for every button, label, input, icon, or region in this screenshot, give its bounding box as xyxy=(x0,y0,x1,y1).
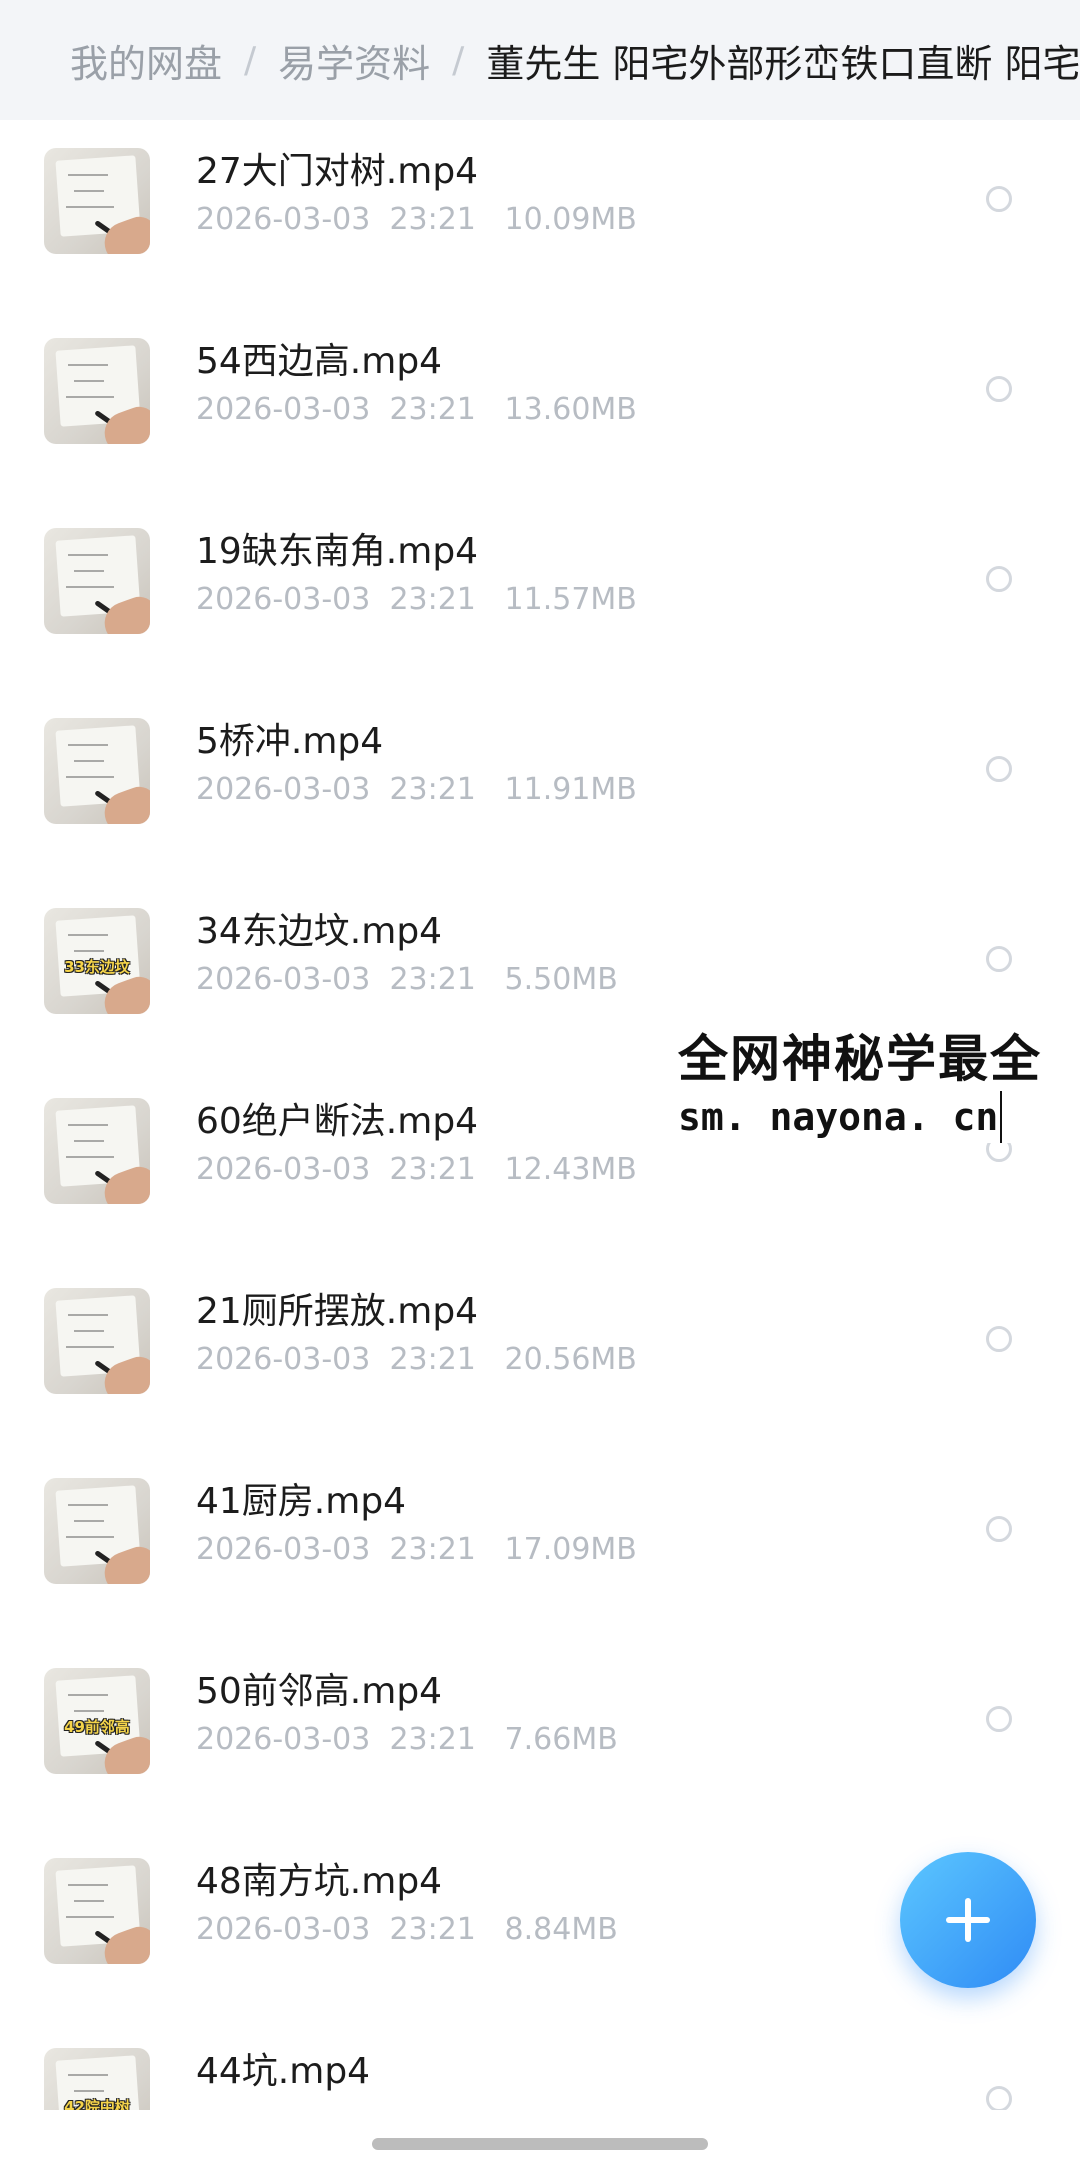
file-date: 2026-03-03 xyxy=(196,1152,371,1187)
file-meta: 2026-03-03 23:21 11.57MB xyxy=(196,582,637,617)
file-size: 7.66MB xyxy=(504,1722,618,1757)
file-date: 2026-03-03 xyxy=(196,962,371,997)
file-row[interactable]: 19缺东南角.mp4 2026-03-03 23:21 11.57MB xyxy=(0,500,1080,690)
file-row[interactable]: 49前邻高 50前邻高.mp4 2026-03-03 23:21 7.66MB xyxy=(0,1640,1080,1830)
file-time: 23:21 xyxy=(389,1342,476,1377)
video-thumbnail: 33东边坟 xyxy=(44,908,150,1014)
file-time: 23:21 xyxy=(389,1722,476,1757)
thumbnail-caption: 49前邻高 xyxy=(64,1718,130,1736)
file-date: 2026-03-03 xyxy=(196,202,371,237)
file-meta: 2026-03-03 23:21 12.43MB xyxy=(196,1152,637,1187)
watermark-line2: sm. nayona. cn xyxy=(678,1091,1003,1143)
breadcrumb-separator: / xyxy=(244,39,257,81)
file-time: 23:21 xyxy=(389,1532,476,1567)
file-meta: 2026-03-03 23:21 7.66MB xyxy=(196,1722,618,1757)
file-size: 10.09MB xyxy=(504,202,637,237)
file-name: 19缺东南角.mp4 xyxy=(196,531,479,572)
file-size: 5.50MB xyxy=(504,962,618,997)
video-thumbnail xyxy=(44,1098,150,1204)
video-thumbnail xyxy=(44,338,150,444)
file-row[interactable]: 27大门对树.mp4 2026-03-03 23:21 10.09MB xyxy=(0,120,1080,310)
file-meta: 2026-03-03 23:21 10.09MB xyxy=(196,202,637,237)
select-radio[interactable] xyxy=(986,2086,1012,2110)
file-size: 20.56MB xyxy=(504,1342,637,1377)
video-thumbnail xyxy=(44,148,150,254)
file-name: 5桥冲.mp4 xyxy=(196,721,384,762)
file-date: 2026-03-03 xyxy=(196,772,371,807)
file-date: 2026-03-03 xyxy=(196,1342,371,1377)
file-time: 23:21 xyxy=(389,202,476,237)
video-thumbnail xyxy=(44,1288,150,1394)
watermark: 全网神秘学最全 sm. nayona. cn xyxy=(678,1025,1046,1143)
add-button[interactable] xyxy=(900,1852,1036,1988)
video-thumbnail xyxy=(44,528,150,634)
select-radio[interactable] xyxy=(986,756,1012,782)
file-row[interactable]: 42院中树 44坑.mp4 xyxy=(0,2020,1080,2110)
file-size: 12.43MB xyxy=(504,1152,637,1187)
file-row[interactable]: 5桥冲.mp4 2026-03-03 23:21 11.91MB xyxy=(0,690,1080,880)
file-date: 2026-03-03 xyxy=(196,392,371,427)
file-time: 23:21 xyxy=(389,772,476,807)
file-name: 41厨房.mp4 xyxy=(196,1481,407,1522)
select-radio[interactable] xyxy=(986,376,1012,402)
breadcrumb-item-folder[interactable]: 易学资料 xyxy=(278,33,430,88)
file-date: 2026-03-03 xyxy=(196,1912,371,1947)
home-indicator[interactable] xyxy=(372,2138,708,2150)
file-name: 60绝户断法.mp4 xyxy=(196,1101,479,1142)
file-time: 23:21 xyxy=(389,962,476,997)
breadcrumb-item-current: 董先生 阳宅外部形峦铁口直断 阳宅五 xyxy=(486,41,1080,86)
file-row[interactable]: 21厕所摆放.mp4 2026-03-03 23:21 20.56MB xyxy=(0,1260,1080,1450)
thumbnail-caption: 33东边坟 xyxy=(64,958,130,976)
file-meta: 2026-03-03 23:21 5.50MB xyxy=(196,962,618,997)
video-thumbnail xyxy=(44,1478,150,1584)
breadcrumb: 我的网盘 / 易学资料 / 董先生 阳宅外部形峦铁口直断 阳宅五 xyxy=(0,0,1080,120)
file-size: 8.84MB xyxy=(504,1912,618,1947)
file-size: 11.57MB xyxy=(504,582,637,617)
file-date: 2026-03-03 xyxy=(196,1722,371,1757)
file-time: 23:21 xyxy=(389,1912,476,1947)
select-radio[interactable] xyxy=(986,1516,1012,1542)
file-name: 27大门对树.mp4 xyxy=(196,151,479,192)
select-radio[interactable] xyxy=(986,1326,1012,1352)
file-time: 23:21 xyxy=(389,582,476,617)
file-meta: 2026-03-03 23:21 13.60MB xyxy=(196,392,637,427)
file-date: 2026-03-03 xyxy=(196,582,371,617)
video-thumbnail xyxy=(44,718,150,824)
breadcrumb-separator: / xyxy=(452,39,465,81)
video-thumbnail: 49前邻高 xyxy=(44,1668,150,1774)
file-meta: 2026-03-03 23:21 17.09MB xyxy=(196,1532,637,1567)
file-meta: 2026-03-03 23:21 11.91MB xyxy=(196,772,637,807)
file-date: 2026-03-03 xyxy=(196,1532,371,1567)
file-name: 34东边坟.mp4 xyxy=(196,911,443,952)
file-time: 23:21 xyxy=(389,1152,476,1187)
file-name: 21厕所摆放.mp4 xyxy=(196,1291,479,1332)
file-meta: 2026-03-03 23:21 8.84MB xyxy=(196,1912,618,1947)
file-name: 44坑.mp4 xyxy=(196,2051,371,2092)
file-size: 11.91MB xyxy=(504,772,637,807)
watermark-line1: 全网神秘学最全 xyxy=(678,1030,1042,1088)
file-name: 48南方坑.mp4 xyxy=(196,1861,443,1902)
file-size: 17.09MB xyxy=(504,1532,637,1567)
file-size: 13.60MB xyxy=(504,392,637,427)
breadcrumb-item-my-drive[interactable]: 我的网盘 xyxy=(70,33,222,88)
file-row[interactable]: 54西边高.mp4 2026-03-03 23:21 13.60MB xyxy=(0,310,1080,500)
video-thumbnail xyxy=(44,1858,150,1964)
file-meta xyxy=(196,2102,244,2110)
file-name: 50前邻高.mp4 xyxy=(196,1671,443,1712)
video-thumbnail: 42院中树 xyxy=(44,2048,150,2110)
file-meta: 2026-03-03 23:21 20.56MB xyxy=(196,1342,637,1377)
thumbnail-caption: 42院中树 xyxy=(64,2098,130,2110)
select-radio[interactable] xyxy=(986,566,1012,592)
file-row[interactable]: 41厨房.mp4 2026-03-03 23:21 17.09MB xyxy=(0,1450,1080,1640)
select-radio[interactable] xyxy=(986,946,1012,972)
file-name: 54西边高.mp4 xyxy=(196,341,443,382)
select-radio[interactable] xyxy=(986,186,1012,212)
file-time: 23:21 xyxy=(389,392,476,427)
select-radio[interactable] xyxy=(986,1706,1012,1732)
